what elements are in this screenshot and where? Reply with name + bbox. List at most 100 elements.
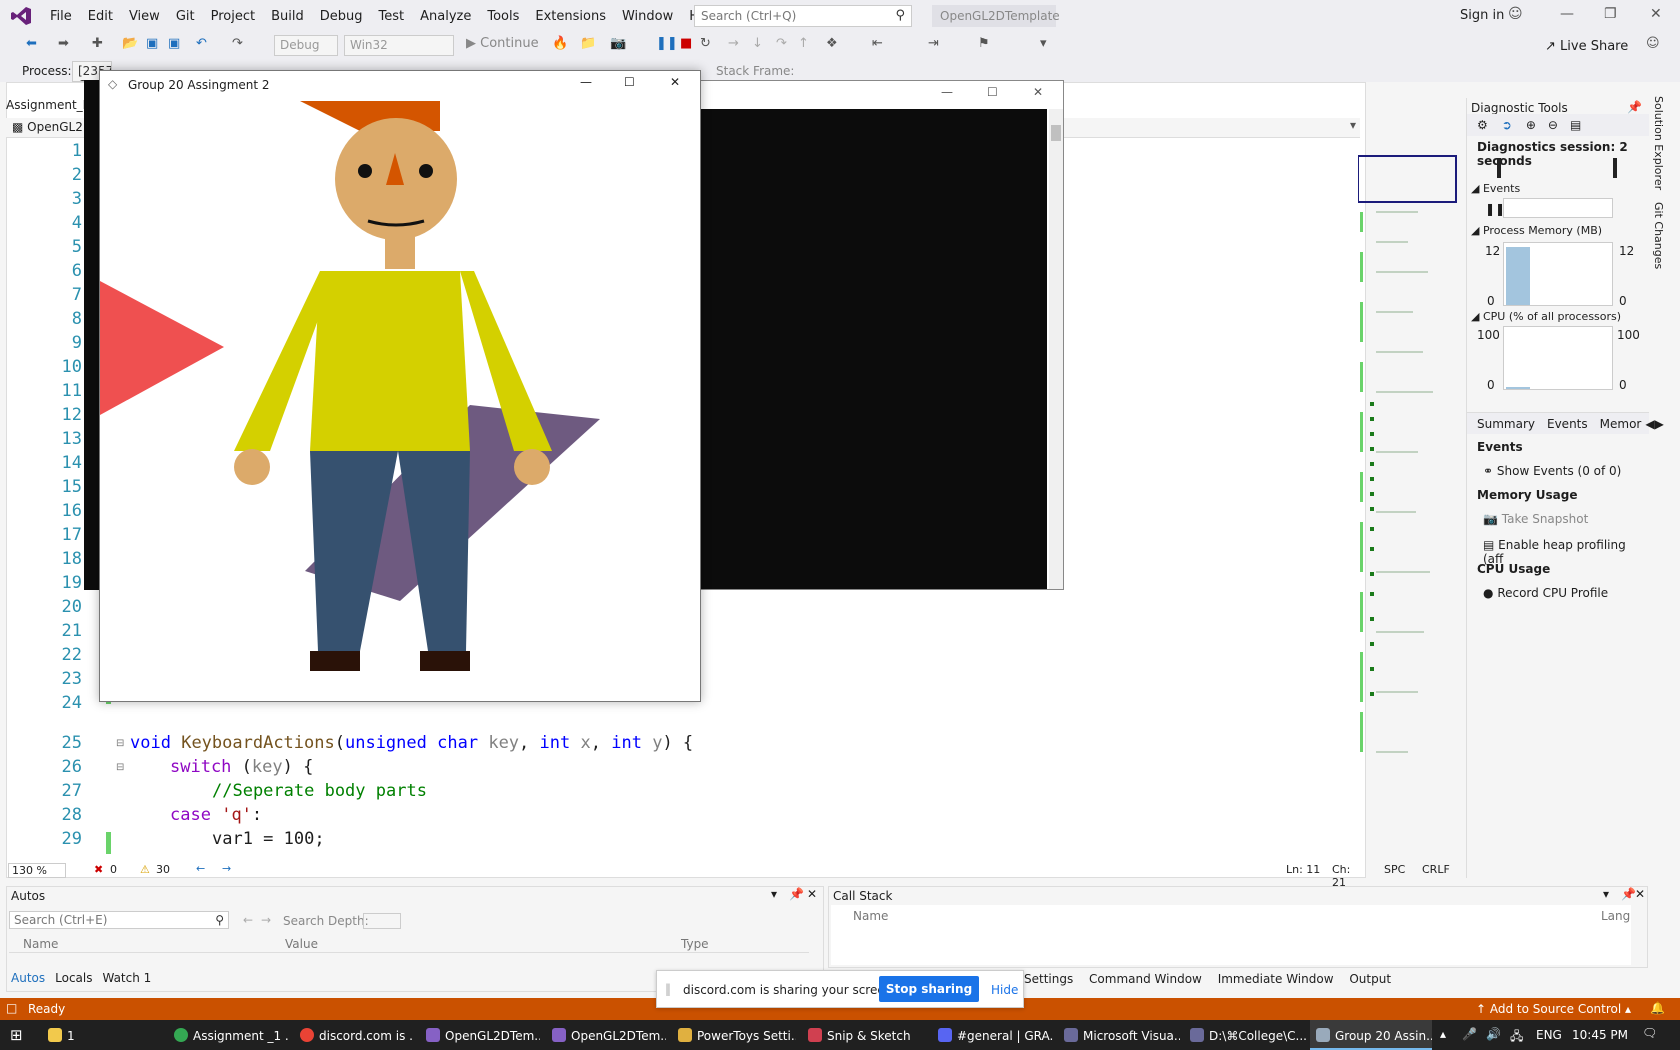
cpu-chart[interactable]	[1503, 326, 1613, 390]
pane-close-icon[interactable]: ✕	[807, 887, 817, 901]
column-name[interactable]: Name	[853, 909, 888, 923]
taskbar-item[interactable]: OpenGL2DTem...	[546, 1020, 666, 1050]
sign-in-link[interactable]: Sign in	[1460, 8, 1504, 23]
stop-sharing-button[interactable]: Stop sharing	[879, 976, 979, 1002]
opengl-window-titlebar[interactable]: ◇ Group 20 Assingment 2 — ☐ ✕	[100, 71, 700, 99]
restore-icon[interactable]: ❐	[1604, 6, 1617, 22]
menu-analyze[interactable]: Analyze	[412, 9, 479, 24]
taskbar-item[interactable]: Microsoft Visua...	[1058, 1020, 1180, 1050]
menu-window[interactable]: Window	[614, 9, 681, 24]
taskbar-item[interactable]: D:\⌘College\C...	[1184, 1020, 1306, 1050]
tab-autos[interactable]: Autos	[11, 971, 45, 985]
take-snapshot-button[interactable]: 📷 Take Snapshot	[1483, 512, 1588, 526]
outdent-icon[interactable]: ⇥	[928, 36, 939, 51]
minimize-icon[interactable]: —	[580, 75, 592, 89]
tab-events[interactable]: Events	[1547, 417, 1588, 431]
tab-command-window[interactable]: Command Window	[1089, 972, 1202, 986]
screenshot-icon[interactable]: 📷	[610, 36, 626, 51]
platform-select[interactable]: Win32	[344, 35, 454, 56]
chart-icon[interactable]: ▤	[1570, 118, 1581, 132]
new-project-icon[interactable]: ✚	[92, 36, 103, 51]
console-close-icon[interactable]: ✕	[1033, 85, 1043, 99]
warning-count[interactable]: 30	[156, 863, 170, 876]
live-share-button[interactable]: ↗ Live Share	[1545, 39, 1628, 54]
language-indicator[interactable]: ENG	[1536, 1028, 1562, 1042]
opengl-canvas[interactable]	[100, 99, 700, 701]
column-value[interactable]: Value	[285, 937, 318, 951]
drag-handle-icon[interactable]: ‖	[665, 982, 671, 996]
taskbar-item[interactable]: 1	[42, 1020, 162, 1050]
pane-pin-icon[interactable]: 📌	[1621, 887, 1636, 901]
menu-build[interactable]: Build	[263, 9, 312, 24]
column-type[interactable]: Type	[681, 937, 709, 951]
volume-icon[interactable]: 🔊	[1486, 1027, 1501, 1041]
network-icon[interactable]: 🖧	[1510, 1027, 1523, 1048]
line-indicator[interactable]: Ln: 11	[1286, 863, 1320, 876]
collapse-icon[interactable]: ⊟	[116, 738, 124, 749]
cpu-section[interactable]: ◢ CPU (% of all processors)	[1471, 310, 1621, 323]
member-nav-dropdown-icon[interactable]: ▾	[1350, 118, 1356, 132]
taskbar-item[interactable]: discord.com is ...	[294, 1020, 414, 1050]
menu-edit[interactable]: Edit	[80, 9, 121, 24]
column-name[interactable]: Name	[23, 937, 58, 951]
forward-icon[interactable]: ➡	[58, 36, 69, 51]
show-events-link[interactable]: ⚭ Show Events (0 of 0)	[1483, 464, 1621, 478]
events-section[interactable]: ◢ Events	[1471, 182, 1520, 195]
console-minimize-icon[interactable]: —	[941, 85, 953, 99]
events-timeline[interactable]	[1503, 198, 1613, 218]
taskbar-item[interactable]: OpenGL2DTem...	[420, 1020, 540, 1050]
git-changes-tab[interactable]: Git Changes	[1652, 202, 1665, 269]
console-scrollbar[interactable]	[1049, 109, 1063, 589]
menu-file[interactable]: File	[42, 9, 80, 24]
open-folder-icon[interactable]: 📂	[122, 36, 138, 51]
tab-memory[interactable]: Memor	[1600, 417, 1642, 431]
bookmark-icon[interactable]: ⚑	[978, 36, 990, 51]
document-tab[interactable]: Assignment_P	[6, 98, 90, 112]
breakpoint-indent-icon[interactable]: ⇤	[872, 36, 883, 51]
close-icon[interactable]: ✕	[670, 75, 680, 89]
menu-view[interactable]: View	[121, 9, 168, 24]
taskbar-item[interactable]: Snip & Sketch	[802, 1020, 926, 1050]
console-window[interactable]: — ☐ ✕	[676, 80, 1064, 590]
notifications-icon[interactable]: 🔔	[1650, 1001, 1665, 1015]
menu-project[interactable]: Project	[203, 9, 263, 24]
error-icon[interactable]: ✖	[94, 863, 103, 876]
search-input[interactable]: Search (Ctrl+Q) ⚲	[694, 5, 912, 27]
column-language[interactable]: Lang	[1601, 909, 1630, 923]
windows-start-icon[interactable]: ⊞	[10, 1026, 23, 1044]
taskbar-item[interactable]: PowerToys Setti...	[672, 1020, 796, 1050]
step-over-icon[interactable]: ↷	[776, 36, 787, 51]
menu-git[interactable]: Git	[168, 9, 203, 24]
minimize-icon[interactable]: —	[1560, 6, 1574, 22]
menu-extensions[interactable]: Extensions	[527, 9, 614, 24]
code-minimap[interactable]	[1358, 152, 1458, 852]
add-to-source-control-button[interactable]: ↑ Add to Source Control ▴	[1476, 1002, 1631, 1016]
taskbar-item[interactable]: Assignment _1 ...	[168, 1020, 288, 1050]
tab-immediate-window[interactable]: Immediate Window	[1218, 972, 1334, 986]
call-stack-list[interactable]: Name Lang	[831, 905, 1631, 965]
action-center-icon[interactable]: 🗨	[1642, 1026, 1657, 1040]
tab-locals[interactable]: Locals	[55, 971, 92, 985]
hide-button[interactable]: Hide	[991, 983, 1018, 997]
console-maximize-icon[interactable]: ☐	[987, 85, 998, 99]
pane-close-icon[interactable]: ✕	[1635, 887, 1645, 901]
pane-pin-icon[interactable]: 📌	[789, 887, 804, 901]
zoom-select[interactable]: 130 %	[8, 863, 66, 878]
line-ending-indicator[interactable]: CRLF	[1422, 863, 1450, 876]
taskbar-item[interactable]: Group 20 Assin...	[1310, 1020, 1432, 1050]
console-scroll-thumb[interactable]	[1051, 125, 1061, 141]
prev-issue-icon[interactable]: ←	[196, 862, 205, 875]
hot-reload-icon[interactable]: 🔥	[552, 36, 568, 51]
stop-icon[interactable]: ■	[680, 36, 692, 51]
show-next-statement-icon[interactable]: →	[728, 36, 739, 51]
memory-chart[interactable]	[1503, 242, 1613, 306]
process-memory-section[interactable]: ◢ Process Memory (MB)	[1471, 224, 1602, 237]
maximize-icon[interactable]: ☐	[624, 75, 635, 89]
visual-studio-logo-icon[interactable]	[10, 6, 32, 26]
continue-button[interactable]: ▶ Continue	[466, 36, 539, 51]
error-count[interactable]: 0	[110, 863, 117, 876]
search-depth-select[interactable]	[363, 913, 401, 929]
tab-watch-1[interactable]: Watch 1	[102, 971, 151, 985]
panel-pin-icon[interactable]: 📌	[1627, 100, 1642, 114]
collapse-icon[interactable]: ⊟	[116, 762, 124, 773]
